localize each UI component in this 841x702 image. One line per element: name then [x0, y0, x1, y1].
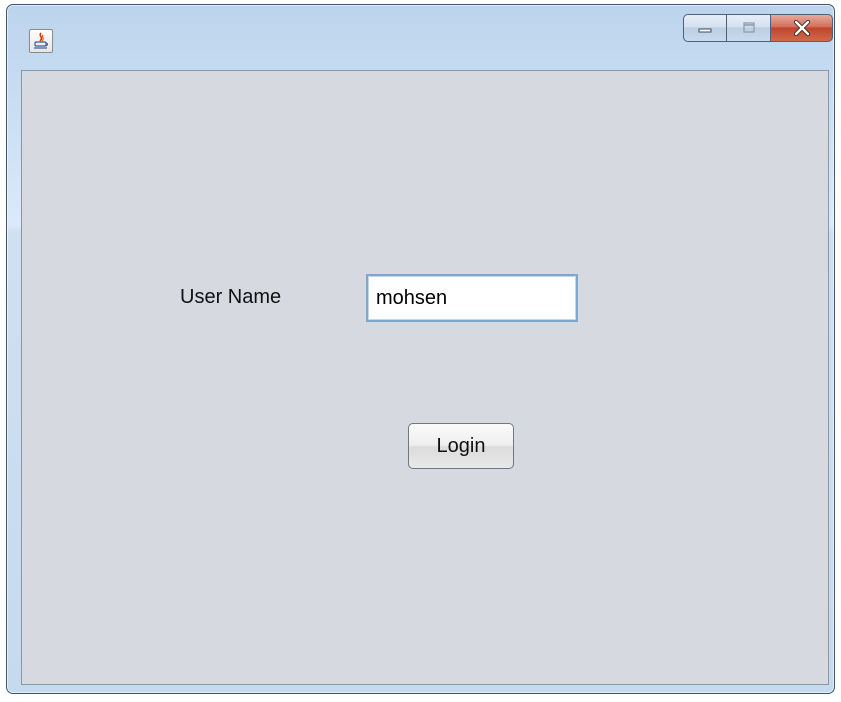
java-cup-icon[interactable]: [29, 29, 53, 53]
maximize-button[interactable]: [727, 14, 771, 42]
app-window: User Name Login: [6, 4, 835, 694]
title-bar[interactable]: [7, 5, 834, 65]
close-icon: [793, 20, 810, 36]
minimize-icon: [698, 28, 712, 33]
window-controls: [683, 14, 833, 44]
login-button[interactable]: Login: [408, 423, 514, 469]
username-label: User Name: [180, 286, 282, 308]
username-input[interactable]: [366, 274, 578, 322]
minimize-button[interactable]: [683, 14, 727, 42]
close-button[interactable]: [771, 14, 833, 42]
content-panel: User Name Login: [21, 70, 829, 685]
maximize-icon: [742, 22, 755, 33]
